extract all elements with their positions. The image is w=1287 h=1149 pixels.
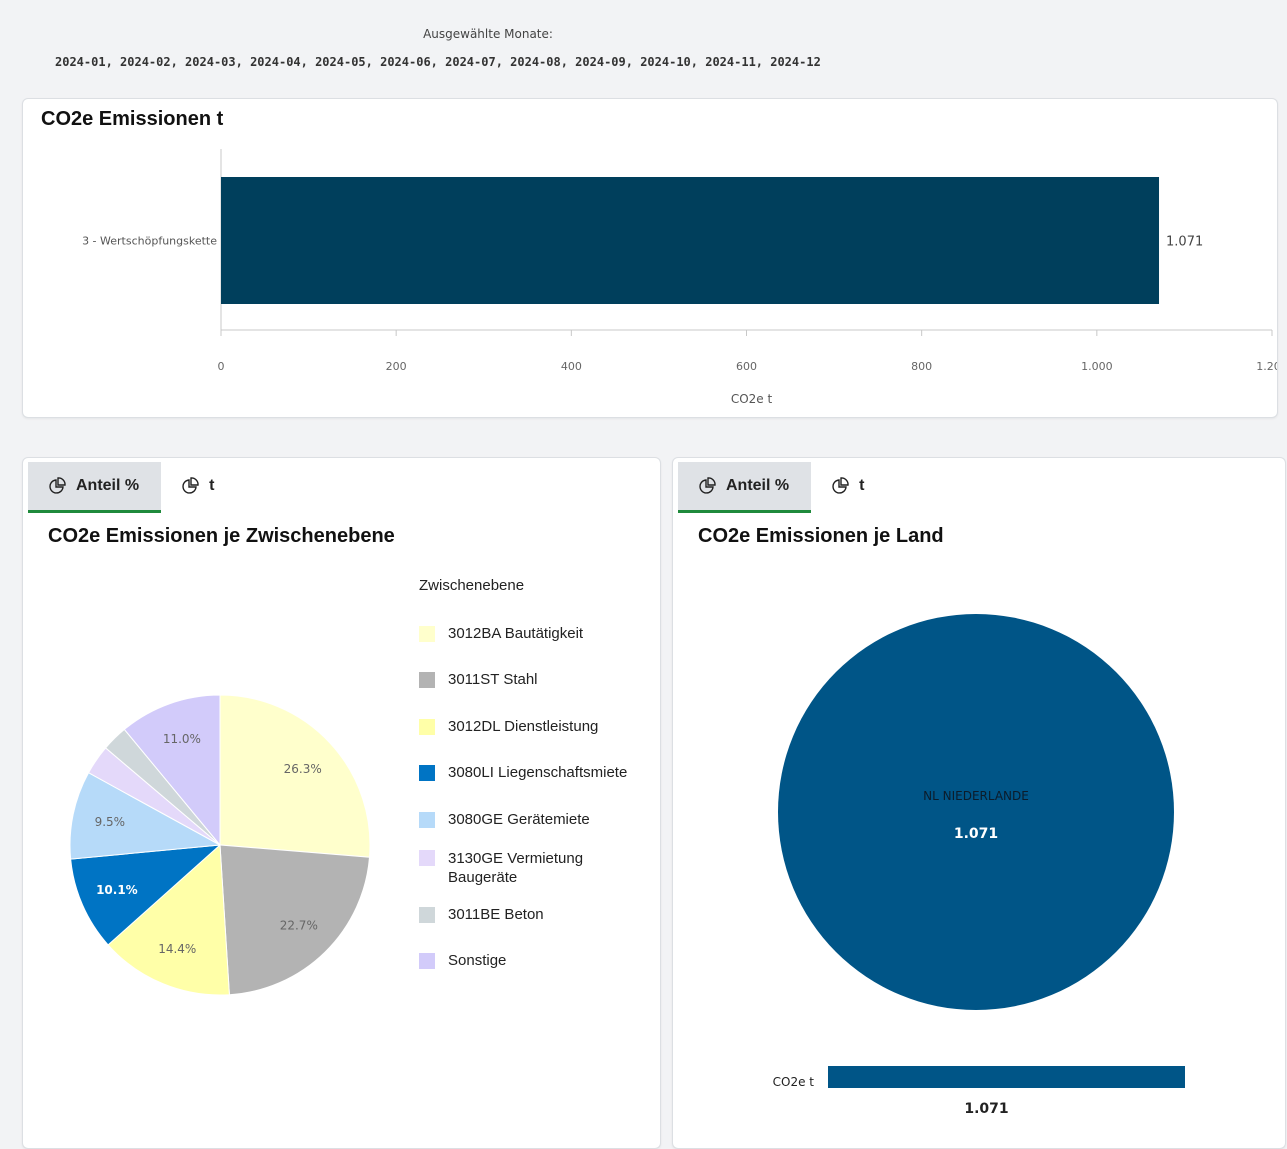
zwischenebene-pie-chart: 26.3% 22.7% 14.4% 10.1% 9.5% 11.0% (69, 694, 371, 996)
slice-value-label: 1.071 (954, 826, 998, 842)
pie-chart-icon (182, 477, 199, 494)
x-tick-label: 200 (386, 360, 407, 373)
pie-chart-icon (699, 477, 716, 494)
legend-label: 3012DL Dienstleistung (448, 718, 599, 735)
legend-label: Sonstige (448, 952, 507, 969)
legend-swatch (419, 672, 435, 688)
land-card: Anteil % t CO2e Emissionen je Land NL NI… (672, 457, 1286, 1149)
legend-label: 3011ST Stahl (448, 671, 538, 688)
summary-bar-value: 1.071 (964, 1101, 1008, 1117)
legend-item[interactable]: 3012DL Dienstleistung (419, 718, 649, 735)
slice-label: 22.7% (280, 918, 318, 932)
legend-item[interactable]: 3011BE Beton (419, 906, 649, 923)
bar (221, 177, 1160, 304)
land-tabs: Anteil % t (678, 462, 886, 514)
tab-label: t (859, 477, 865, 494)
legend-label: 3011BE Beton (448, 906, 544, 923)
legend-item[interactable]: Sonstige (419, 952, 649, 969)
legend-item[interactable]: 3011ST Stahl (419, 671, 649, 688)
summary-bar (828, 1066, 1185, 1088)
legend-swatch (419, 907, 435, 923)
legend-label: 3012BA Bautätigkeit (448, 625, 584, 642)
bar-chart-card: CO2e Emissionen t 3 - Wertschöpfungskett… (22, 98, 1278, 418)
tab-label: t (209, 477, 215, 494)
pie-slice (219, 694, 371, 858)
pie-chart-icon (832, 477, 849, 494)
slice-label: 26.3% (284, 762, 322, 776)
data-label: 1.071 (1166, 235, 1203, 250)
x-tick-label: 1.000 (1081, 360, 1113, 373)
x-tick-label: 1.200 (1256, 360, 1277, 373)
zwischenebene-title: CO2e Emissionen je Zwischenebene (48, 525, 395, 547)
x-tick-label: 800 (911, 360, 932, 373)
x-tick-label: 600 (736, 360, 757, 373)
legend-swatch (419, 765, 435, 781)
legend-label: 3130GE Vermietung Baugeräte (448, 850, 584, 886)
legend-swatch (419, 850, 435, 866)
bar-chart: 3 - Wertschöpfungskette 1.071 0 200 400 600 80… (82, 149, 1277, 406)
legend-label: 3080GE Gerätemiete (448, 811, 590, 828)
tab-tonnes[interactable]: t (811, 462, 886, 513)
land-pie-chart: NL NIEDERLANDE 1.071 CO2e t 1.071 (773, 614, 1185, 1117)
legend-swatch (419, 812, 435, 828)
x-axis-title: CO2e t (731, 392, 773, 406)
legend-swatch (419, 626, 435, 642)
zwischenebene-tabs: Anteil % t (28, 462, 236, 514)
selected-months-value: 2024-01, 2024-02, 2024-03, 2024-04, 2024… (55, 55, 821, 69)
zwischenebene-card: Anteil % t CO2e Emissionen je Zwischeneb… (22, 457, 661, 1149)
slice-label: 9.5% (95, 815, 126, 829)
legend-swatch (419, 953, 435, 969)
pie-slice (778, 614, 1174, 1010)
legend-item[interactable]: 3130GE Vermietung Baugeräte (419, 849, 649, 887)
slice-label: 10.1% (96, 883, 138, 897)
land-title: CO2e Emissionen je Land (698, 525, 944, 547)
x-tick-label: 400 (561, 360, 582, 373)
legend-item[interactable]: 3080GE Gerätemiete (419, 811, 649, 828)
selected-months-label: Ausgewählte Monate: (423, 27, 553, 41)
category-label: 3 - Wertschöpfungskette (82, 235, 217, 248)
tab-tonnes[interactable]: t (161, 462, 236, 513)
slice-label: 11.0% (163, 732, 201, 746)
legend-title: Zwischenebene (419, 577, 525, 594)
legend-swatch (419, 719, 435, 735)
tab-anteil-percent[interactable]: Anteil % (678, 462, 812, 513)
slice-label: 14.4% (158, 942, 196, 956)
legend-label: 3080LI Liegenschaftsmiete (448, 764, 628, 781)
slice-name-label: NL NIEDERLANDE (923, 789, 1029, 803)
x-tick-label: 0 (218, 360, 225, 373)
summary-bar-category: CO2e t (773, 1075, 815, 1089)
legend-item[interactable]: 3012BA Bautätigkeit (419, 625, 649, 642)
tab-anteil-percent[interactable]: Anteil % (28, 462, 162, 513)
tab-label: Anteil % (76, 477, 140, 494)
legend-item[interactable]: 3080LI Liegenschaftsmiete (419, 764, 649, 781)
pie-chart-icon (49, 477, 66, 494)
tab-label: Anteil % (726, 477, 790, 494)
